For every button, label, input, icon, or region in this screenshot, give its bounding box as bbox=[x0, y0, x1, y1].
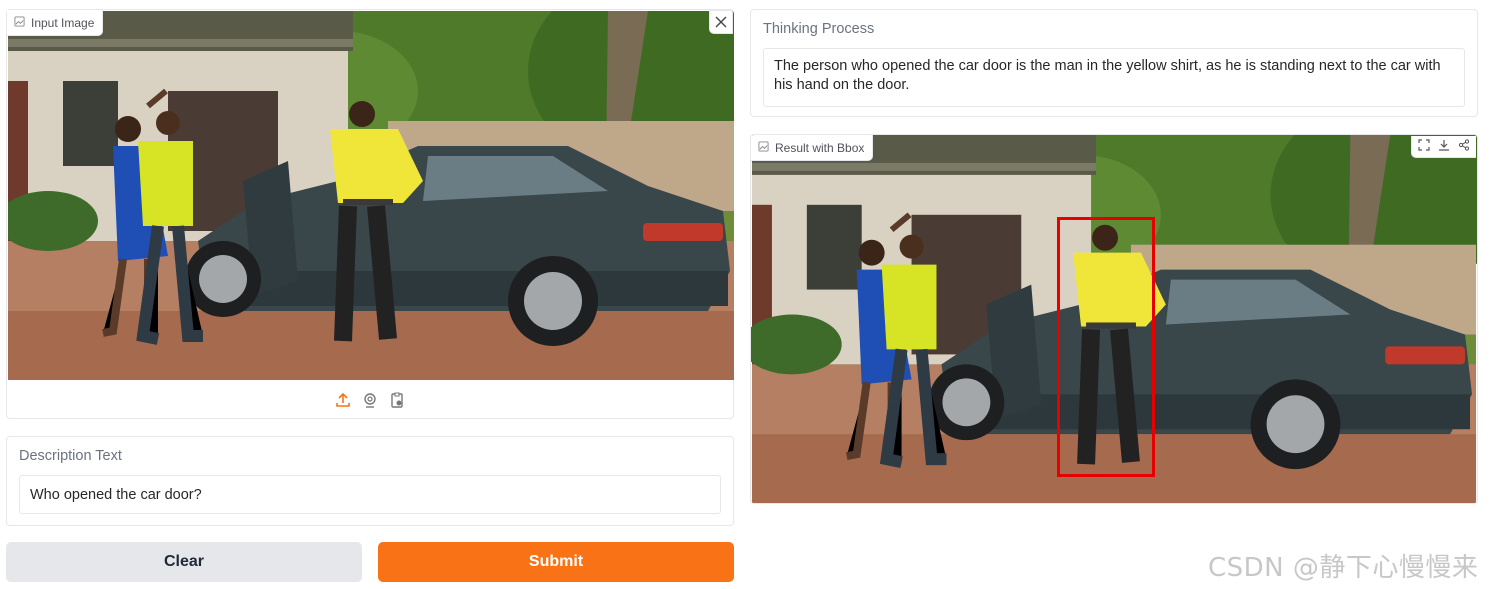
result-toolbar bbox=[1411, 136, 1476, 158]
watermark: CSDN @静下心慢慢来 bbox=[1208, 553, 1479, 583]
clipboard-icon[interactable] bbox=[389, 392, 406, 409]
image-icon bbox=[14, 15, 25, 30]
result-image-label-text: Result with Bbox bbox=[775, 140, 865, 155]
image-icon bbox=[758, 140, 769, 155]
upload-icon[interactable] bbox=[335, 392, 352, 409]
thinking-process-label: Thinking Process bbox=[763, 21, 875, 37]
submit-button[interactable]: Submit bbox=[378, 542, 734, 582]
thinking-process-panel: Thinking Process The person who opened t… bbox=[750, 9, 1478, 117]
input-image bbox=[8, 11, 734, 380]
description-input[interactable]: Who opened the car door? bbox=[19, 475, 721, 514]
thinking-process-text[interactable]: The person who opened the car door is th… bbox=[763, 48, 1465, 107]
bounding-box bbox=[1057, 217, 1155, 477]
result-image-panel: Result with Bbox bbox=[750, 134, 1478, 504]
input-image-panel[interactable]: Input Image bbox=[6, 9, 734, 419]
fullscreen-icon[interactable] bbox=[1418, 138, 1430, 156]
image-source-bar bbox=[7, 380, 733, 420]
webcam-icon[interactable] bbox=[362, 392, 379, 409]
clear-button[interactable]: Clear bbox=[6, 542, 362, 582]
input-image-label: Input Image bbox=[7, 10, 104, 36]
description-panel: Description Text Who opened the car door… bbox=[6, 436, 734, 526]
description-label: Description Text bbox=[19, 448, 122, 464]
close-icon[interactable] bbox=[709, 10, 733, 34]
share-icon[interactable] bbox=[1458, 138, 1470, 156]
result-image-label: Result with Bbox bbox=[751, 135, 874, 161]
input-image-label-text: Input Image bbox=[31, 15, 95, 30]
download-icon[interactable] bbox=[1438, 138, 1450, 156]
